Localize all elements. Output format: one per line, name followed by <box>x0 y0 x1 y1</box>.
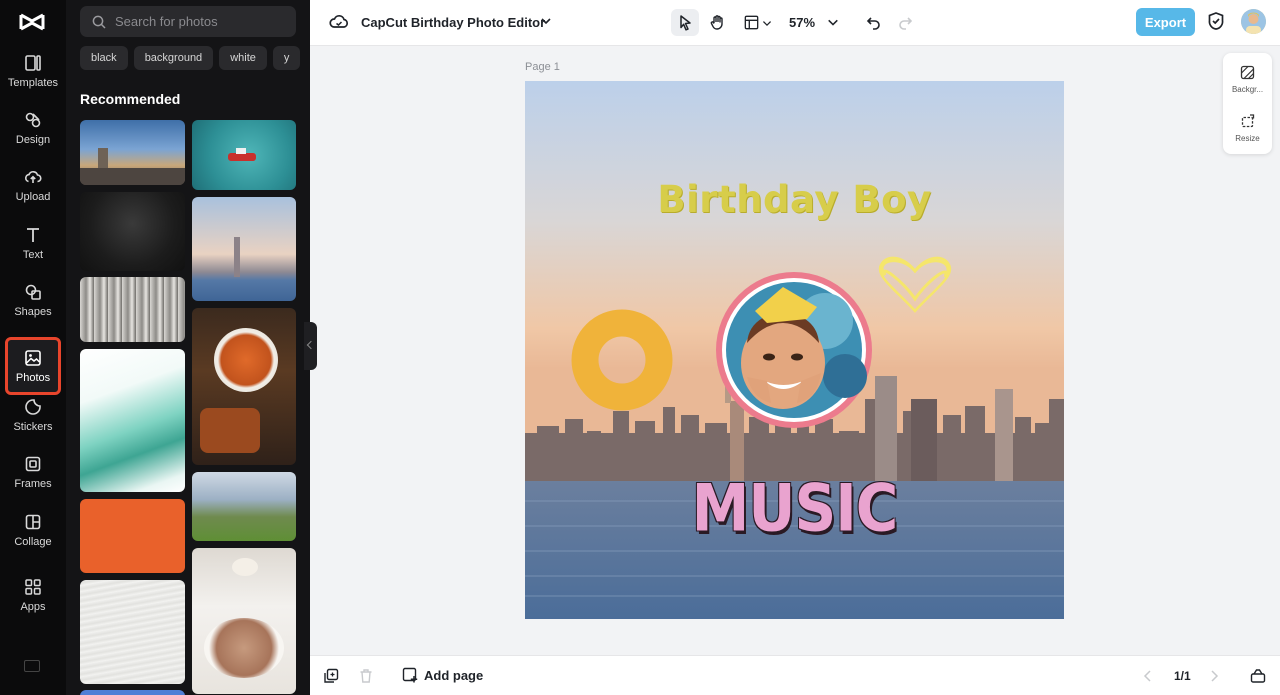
photo-thumb-ramen[interactable] <box>192 308 296 465</box>
top-bar: CapCut Birthday Photo Editor 57% Export <box>310 0 1280 46</box>
background-tool-label: Backgr... <box>1231 85 1264 94</box>
rail-item-photos[interactable]: Photos <box>5 337 61 395</box>
rail-label: Upload <box>15 190 51 203</box>
chevron-down-icon[interactable] <box>539 14 553 28</box>
redo-button[interactable] <box>891 9 919 36</box>
cursor-icon <box>679 15 691 31</box>
shapes-icon <box>25 284 41 300</box>
photo-thumb-dark-wall[interactable] <box>80 192 185 271</box>
export-button[interactable]: Export <box>1136 8 1195 36</box>
layout-icon <box>744 15 759 30</box>
recommended-title: Recommended <box>80 91 181 107</box>
rail-label: Text <box>22 248 44 261</box>
keyboard-icon[interactable] <box>24 660 40 672</box>
side-tools-panel: Backgr... Resize <box>1223 53 1272 154</box>
rail-label: Templates <box>7 76 59 89</box>
suggestion-chips: black background white y <box>80 46 310 70</box>
layout-menu-button[interactable] <box>740 9 776 36</box>
search-box[interactable] <box>80 6 296 37</box>
rail-item-text[interactable]: Text <box>6 216 60 270</box>
chevron-down-icon[interactable] <box>827 16 839 28</box>
hand-icon <box>710 15 723 30</box>
design-icon <box>25 112 41 127</box>
rail-label: Frames <box>14 477 52 490</box>
undo-button[interactable] <box>859 9 887 36</box>
rail-label: Photos <box>15 371 51 384</box>
rail-item-shapes[interactable]: Shapes <box>6 273 60 327</box>
chip-background[interactable]: background <box>133 46 214 70</box>
duplicate-page-icon[interactable] <box>323 668 339 684</box>
photo-thumb-pillars[interactable] <box>80 277 185 342</box>
rail-label: Design <box>15 133 51 146</box>
photo-thumb-boat[interactable] <box>192 120 296 190</box>
shield-icon[interactable] <box>1206 11 1226 31</box>
rail-label: Collage <box>14 535 52 548</box>
chip-black[interactable]: black <box>80 46 128 70</box>
rail-item-stickers[interactable]: Stickers <box>6 388 60 442</box>
templates-icon <box>25 54 41 71</box>
collage-icon <box>25 514 41 529</box>
photo-thumb-skyline[interactable] <box>192 197 296 301</box>
hand-tool-button[interactable] <box>703 9 731 36</box>
rail-item-frames[interactable]: Frames <box>6 445 60 499</box>
document-title[interactable]: CapCut Birthday Photo Editor <box>361 15 545 30</box>
photo-thumb-steak[interactable] <box>192 548 296 694</box>
frames-icon <box>25 456 41 471</box>
rail-item-collage[interactable]: Collage <box>6 503 60 557</box>
avatar[interactable] <box>1241 9 1266 34</box>
bottom-bar: Add page 1/1 <box>310 655 1280 695</box>
avatar-image <box>1241 9 1266 34</box>
photo-thumb-blue[interactable] <box>80 690 185 695</box>
rail-item-upload[interactable]: Upload <box>6 158 60 212</box>
trash-icon[interactable] <box>358 668 374 684</box>
photo-thumb-white-texture[interactable] <box>80 580 185 684</box>
rail-label: Apps <box>20 600 46 613</box>
rail-item-design[interactable]: Design <box>6 101 60 155</box>
chip-partial[interactable]: y <box>272 46 301 70</box>
capcut-logo[interactable] <box>18 10 46 34</box>
photos-panel: blackbackgroundwhitey Recommended <box>66 0 310 695</box>
add-page-icon <box>402 667 418 683</box>
resize-tool-label: Resize <box>1235 134 1260 143</box>
photo-thumb-landscape[interactable] <box>192 472 296 541</box>
collapse-panel-handle[interactable] <box>304 322 317 370</box>
zoom-level[interactable]: 57% <box>789 15 815 30</box>
chip-white[interactable]: white <box>219 46 267 70</box>
design-canvas[interactable]: Birthday Boy MUSIC <box>525 81 1064 619</box>
search-icon <box>92 15 106 29</box>
chevron-left-icon[interactable] <box>1142 668 1154 684</box>
chevron-right-icon[interactable] <box>1208 668 1220 684</box>
page-label: Page 1 <box>525 61 560 73</box>
add-page-label: Add page <box>424 667 484 683</box>
music-text[interactable]: MUSIC <box>525 470 1064 546</box>
apps-icon <box>25 578 41 595</box>
photo-thumb-orange[interactable] <box>80 499 185 573</box>
text-icon <box>27 227 39 242</box>
photos-icon <box>25 349 41 366</box>
background-icon <box>1240 65 1255 80</box>
headline-text[interactable]: Birthday Boy <box>525 178 1064 221</box>
page-counter: 1/1 <box>1174 669 1191 683</box>
rail-label: Stickers <box>13 420 53 433</box>
upload-icon <box>25 170 42 183</box>
resize-icon <box>1241 114 1255 128</box>
select-tool-button[interactable] <box>671 9 699 36</box>
undo-icon <box>866 17 880 30</box>
stickers-icon <box>25 398 41 415</box>
cloud-save-icon[interactable] <box>329 12 349 32</box>
left-rail: Templates Design Upload Text Shapes Phot… <box>0 0 66 695</box>
background-tool[interactable]: Backgr... <box>1223 65 1272 94</box>
photo-thumb-city-sky[interactable] <box>80 120 185 185</box>
chevron-down-icon <box>762 20 772 26</box>
search-input[interactable] <box>115 14 285 29</box>
resize-tool[interactable]: Resize <box>1223 114 1272 143</box>
rail-label: Shapes <box>14 305 52 318</box>
photo-thumb-teal-waves[interactable] <box>80 349 185 492</box>
rail-item-apps[interactable]: Apps <box>6 568 60 622</box>
add-page-button[interactable]: Add page <box>402 667 483 683</box>
page-manager-icon[interactable] <box>1250 668 1266 684</box>
rail-item-templates[interactable]: Templates <box>6 44 60 98</box>
redo-icon <box>898 17 912 30</box>
